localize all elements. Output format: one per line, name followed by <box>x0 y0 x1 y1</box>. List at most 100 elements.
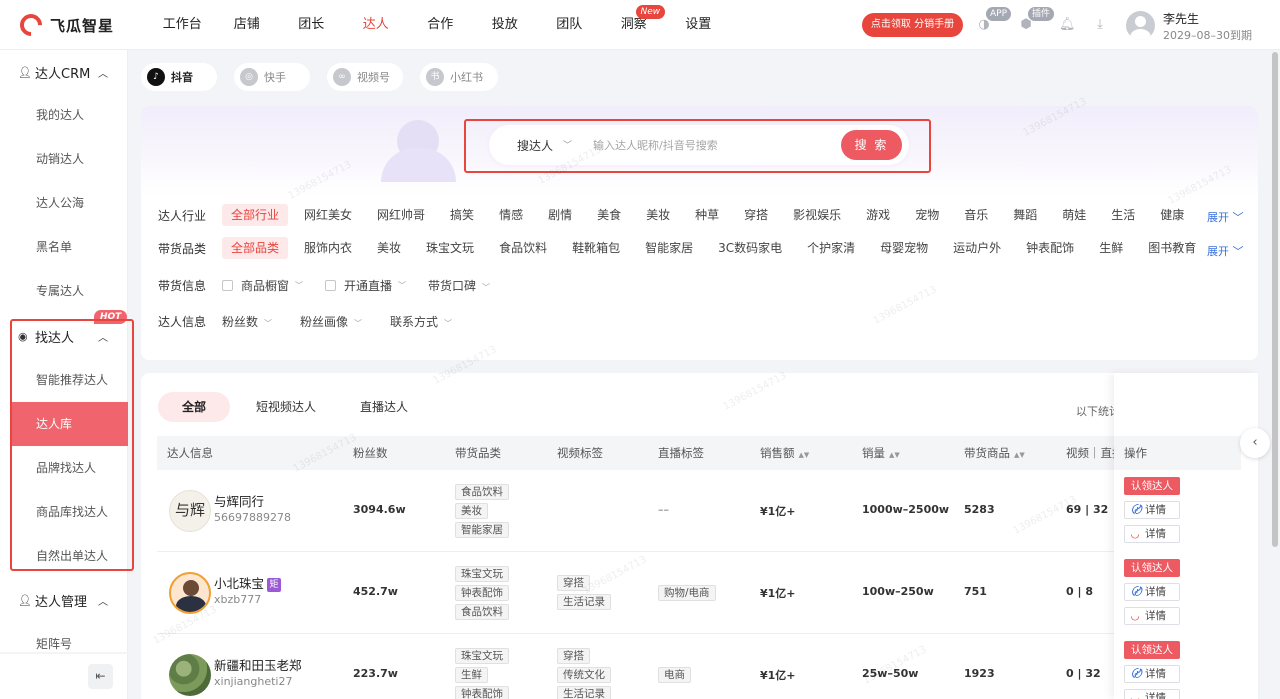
sidebar-item-my-talents[interactable]: 我的达人 <box>0 93 128 137</box>
nav-item-workbench[interactable]: 工作台 <box>150 0 215 50</box>
reputation-dropdown[interactable]: 带货口碑 ﹀ <box>428 277 490 294</box>
kuaishou-detail-button[interactable]: 〄详情 <box>1124 501 1180 519</box>
logo[interactable]: 飞瓜智星 <box>15 9 114 41</box>
filter-option[interactable]: 剧情 <box>539 204 581 226</box>
kuaishou-detail-button[interactable]: 〄详情 <box>1124 583 1180 601</box>
user-name[interactable]: 李先生 <box>1163 10 1199 27</box>
sidebar-group-crm[interactable]: 👤︎ 达人CRM ︿ <box>0 52 128 92</box>
sidebar-item-exclusive[interactable]: 专属达人 <box>0 269 128 313</box>
table-row[interactable]: 小北珠宝矩 xbzb777 452.7w 珠宝文玩 钟表配饰 食品饮料 穿搭 生… <box>157 552 1241 634</box>
contact-dropdown[interactable]: 联系方式 ﹀ <box>390 313 452 330</box>
filter-option[interactable]: 情感 <box>490 204 532 226</box>
filter-row-industry: 达人行业 全部行业 网红美女 网红帅哥 搞笑 情感 剧情 美食 美妆 种草 穿搭… <box>158 203 1200 227</box>
claim-talent-button[interactable]: 认领达人 <box>1124 641 1180 659</box>
nav-item-team[interactable]: 团队 <box>537 0 602 50</box>
nav-item-leader[interactable]: 团长 <box>279 0 344 50</box>
category-tag: 珠宝文玩 <box>455 648 509 664</box>
filter-option[interactable]: 网红帅哥 <box>368 204 434 226</box>
filter-option[interactable]: 美妆 <box>368 237 410 259</box>
talent-name[interactable]: 新疆和田玉老郑 <box>214 655 302 674</box>
column-header-sales[interactable]: 销售额 ▲▼ <box>760 436 809 470</box>
nav-item-shop[interactable]: 店铺 <box>215 0 280 50</box>
nav-item-talent[interactable]: 达人 <box>344 0 409 50</box>
sidebar-group-talent-manage[interactable]: 👤︎ 达人管理 ︿ <box>0 580 128 620</box>
filter-option[interactable]: 全部行业 <box>222 204 289 226</box>
filter-option[interactable]: 美妆 <box>637 204 679 226</box>
avatar[interactable] <box>169 654 211 696</box>
tab-live[interactable]: 直播达人 <box>351 392 417 422</box>
filter-option[interactable]: 母婴宠物 <box>871 237 937 259</box>
expand-category-button[interactable]: 展开 ﹀ <box>1207 243 1244 259</box>
claim-talent-button[interactable]: 认领达人 <box>1124 477 1180 495</box>
nav-item-insight[interactable]: 洞察 New <box>602 0 667 50</box>
avatar[interactable] <box>169 572 211 614</box>
filter-option[interactable]: 搞笑 <box>441 204 483 226</box>
platform-tab-kuaishou[interactable]: ◎ 快手 <box>234 63 310 91</box>
download-icon[interactable]: ⤓ <box>1092 17 1108 33</box>
table-row[interactable]: 与辉 与辉同行 56697889278 3094.6w 食品饮料 美妆 智能家居… <box>157 470 1241 552</box>
collapse-icon[interactable]: ⇤ <box>88 664 113 689</box>
filter-option[interactable]: 宠物 <box>906 204 948 226</box>
showcase-checkbox[interactable]: 商品橱窗 ﹀ <box>222 277 303 294</box>
filter-option[interactable]: 食品饮料 <box>490 237 556 259</box>
scrollbar[interactable] <box>1272 52 1278 547</box>
expand-industry-button[interactable]: 展开 ﹀ <box>1207 209 1244 225</box>
filter-option[interactable]: 健康 <box>1151 204 1193 226</box>
avatar[interactable]: 与辉 <box>169 490 211 532</box>
douyin-detail-button[interactable]: ◡ 详情 <box>1124 689 1180 699</box>
main-nav: 工作台 店铺 团长 达人 合作 投放 团队 洞察 New 设置 <box>150 0 731 50</box>
column-header-goods[interactable]: 带货商品 ▲▼ <box>964 436 1025 470</box>
sidebar-item-active-talents[interactable]: 动销达人 <box>0 137 128 181</box>
filter-option[interactable]: 运动户外 <box>944 237 1010 259</box>
platform-tab-douyin[interactable]: ♪ 抖音 <box>141 63 217 91</box>
douyin-detail-button[interactable]: ◡ 详情 <box>1124 525 1180 543</box>
claim-talent-button[interactable]: 认领达人 <box>1124 559 1180 577</box>
platform-tab-xiaohongshu[interactable]: 书小红书 <box>420 63 498 91</box>
filter-option[interactable]: 游戏 <box>857 204 899 226</box>
filter-option[interactable]: 全部品类 <box>222 237 289 259</box>
user-avatar[interactable] <box>1126 11 1155 40</box>
sidebar-item-talent-pool[interactable]: 达人公海 <box>0 181 128 225</box>
filter-option[interactable]: 生活 <box>1102 204 1144 226</box>
bell-icon[interactable]: 🔔︎ <box>1059 17 1076 33</box>
sidebar-item-blacklist[interactable]: 黑名单 <box>0 225 128 269</box>
talent-name[interactable]: 与辉同行 <box>214 491 264 510</box>
fans-profile-dropdown[interactable]: 粉丝画像 ﹀ <box>300 313 362 330</box>
kuaishou-detail-button[interactable]: 〄详情 <box>1124 665 1180 683</box>
douyin-detail-button[interactable]: ◡ 详情 <box>1124 607 1180 625</box>
platform-tab-shipinhao[interactable]: ∞ 视频号 <box>327 63 403 91</box>
filter-option[interactable]: 穿搭 <box>735 204 777 226</box>
fans-count-dropdown[interactable]: 粉丝数 ﹀ <box>222 313 272 330</box>
filter-label: 达人信息 <box>158 314 207 329</box>
filter-option[interactable]: 钟表配饰 <box>1017 237 1083 259</box>
tab-all[interactable]: 全部 <box>158 392 230 422</box>
filter-option[interactable]: 网红美女 <box>295 204 361 226</box>
filter-option[interactable]: 珠宝文玩 <box>417 237 483 259</box>
filter-option[interactable]: 影视娱乐 <box>784 204 850 226</box>
filter-option[interactable]: 服饰内衣 <box>295 237 361 259</box>
filter-option[interactable]: 音乐 <box>955 204 997 226</box>
filter-option[interactable]: 舞蹈 <box>1004 204 1046 226</box>
filter-option[interactable]: 图书教育 <box>1139 237 1205 259</box>
filter-option[interactable]: 种草 <box>686 204 728 226</box>
filter-option[interactable]: 智能家居 <box>636 237 702 259</box>
chevron-left-icon[interactable]: ‹ <box>1240 428 1270 458</box>
new-badge: New <box>635 5 666 19</box>
column-header-volume[interactable]: 销量 ▲▼ <box>862 436 900 470</box>
nav-item-delivery[interactable]: 投放 <box>473 0 538 50</box>
filter-option[interactable]: 美食 <box>588 204 630 226</box>
tab-short-video[interactable]: 短视频达人 <box>249 392 323 422</box>
promo-button[interactable]: 点击领取 分销手册 <box>862 13 963 37</box>
filter-option[interactable]: 3C数码家电 <box>709 237 791 259</box>
filter-option[interactable]: 鞋靴箱包 <box>563 237 629 259</box>
video-tag: 传统文化 <box>557 667 611 683</box>
live-checkbox[interactable]: 开通直播 ﹀ <box>325 277 406 294</box>
nav-item-cooperation[interactable]: 合作 <box>408 0 473 50</box>
filter-option[interactable]: 萌娃 <box>1053 204 1095 226</box>
table-row[interactable]: 新疆和田玉老郑 xinjiangheti27 223.7w 珠宝文玩 生鲜 钟表… <box>157 634 1241 699</box>
nav-item-settings[interactable]: 设置 <box>666 0 731 50</box>
talent-name[interactable]: 小北珠宝矩 <box>214 573 282 592</box>
filter-option[interactable]: 个护家清 <box>798 237 864 259</box>
filter-option[interactable]: 生鲜 <box>1090 237 1132 259</box>
sidebar-item-matrix[interactable]: 矩阵号 <box>0 622 128 666</box>
